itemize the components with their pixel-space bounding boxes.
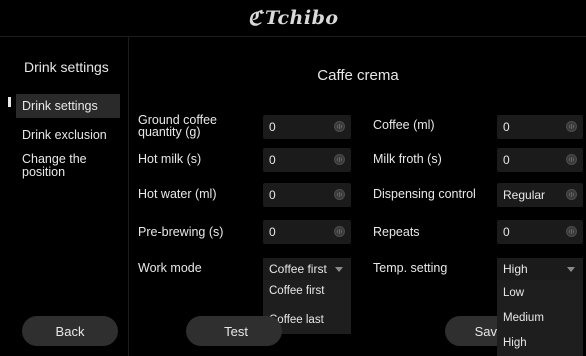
- hot-milk-label: Hot milk (s): [138, 152, 202, 166]
- temp-option-high[interactable]: High: [503, 337, 527, 349]
- sidebar-item-drink-exclusion[interactable]: Drink exclusion: [22, 129, 120, 142]
- repeats-field[interactable]: 0: [497, 220, 583, 244]
- work-mode-select[interactable]: Coffee first: [263, 258, 351, 280]
- sidebar-item-change-position[interactable]: Change the position: [22, 153, 120, 179]
- hot-milk-value: 0: [269, 153, 276, 167]
- temp-setting-label: Temp. setting: [373, 261, 448, 275]
- clear-icon[interactable]: [566, 121, 577, 132]
- temp-setting-select[interactable]: High: [497, 258, 583, 280]
- milk-froth-field[interactable]: 0: [497, 148, 583, 172]
- temp-setting-selected: High: [503, 262, 528, 276]
- back-button[interactable]: Back: [22, 316, 118, 346]
- active-indicator: [8, 97, 11, 107]
- work-mode-selected: Coffee first: [269, 262, 327, 276]
- hot-water-value: 0: [269, 188, 276, 202]
- work-mode-option[interactable]: Coffee first: [269, 285, 324, 297]
- test-button-label: Test: [224, 323, 248, 339]
- clear-icon[interactable]: [334, 121, 345, 132]
- hot-water-field[interactable]: 0: [263, 183, 351, 207]
- pre-brewing-value: 0: [269, 225, 276, 239]
- clear-icon[interactable]: [334, 226, 345, 237]
- temp-setting-menu: Low Medium High: [497, 280, 583, 356]
- back-button-label: Back: [55, 323, 85, 339]
- ground-coffee-label: Ground coffee quantity (g): [138, 113, 217, 139]
- clear-icon[interactable]: [566, 189, 577, 200]
- coffee-ml-value: 0: [503, 120, 510, 134]
- sidebar-item-label: Drink settings: [22, 98, 98, 113]
- sidebar-item-drink-settings[interactable]: Drink settings: [16, 94, 120, 118]
- brand-logo: ℭ Tchibo: [247, 6, 338, 30]
- dispensing-control-label: Dispensing control: [373, 187, 476, 201]
- brand-name: Tchibo: [265, 7, 339, 29]
- hot-milk-field[interactable]: 0: [263, 148, 351, 172]
- chevron-down-icon: [335, 267, 343, 272]
- clear-icon[interactable]: [566, 226, 577, 237]
- pre-brewing-field[interactable]: 0: [263, 220, 351, 244]
- hot-water-label: Hot water (ml): [138, 187, 217, 201]
- milk-froth-value: 0: [503, 153, 510, 167]
- coffee-ml-label: Coffee (ml): [373, 118, 435, 132]
- dispensing-control-field[interactable]: Regular: [497, 183, 583, 207]
- test-button[interactable]: Test: [186, 316, 282, 346]
- repeats-label: Repeats: [373, 225, 420, 239]
- sidebar-item-label: Drink exclusion: [22, 128, 107, 142]
- dispensing-control-value: Regular: [503, 188, 546, 202]
- milk-froth-label: Milk froth (s): [373, 152, 442, 166]
- pre-brewing-label: Pre-brewing (s): [138, 225, 224, 239]
- sidebar-item-label: Change the position: [22, 152, 87, 179]
- save-button-label: Sav: [474, 323, 497, 339]
- sidebar: Drink settings Drink settings Drink excl…: [0, 37, 129, 356]
- repeats-value: 0: [503, 225, 510, 239]
- ground-coffee-value: 0: [269, 120, 276, 134]
- coffee-bean-logo-icon: ℭ: [247, 6, 263, 30]
- ground-coffee-field[interactable]: 0: [263, 115, 351, 139]
- clear-icon[interactable]: [334, 189, 345, 200]
- top-bar: ℭ Tchibo: [0, 0, 586, 37]
- temp-option-medium[interactable]: Medium: [503, 312, 544, 324]
- page-title: Caffe crema: [317, 67, 399, 84]
- work-mode-label: Work mode: [138, 261, 202, 275]
- clear-icon[interactable]: [334, 154, 345, 165]
- clear-icon[interactable]: [566, 154, 577, 165]
- temp-option-low[interactable]: Low: [503, 287, 524, 299]
- chevron-down-icon: [567, 267, 575, 272]
- coffee-ml-field[interactable]: 0: [497, 115, 583, 139]
- sidebar-title: Drink settings: [24, 59, 109, 75]
